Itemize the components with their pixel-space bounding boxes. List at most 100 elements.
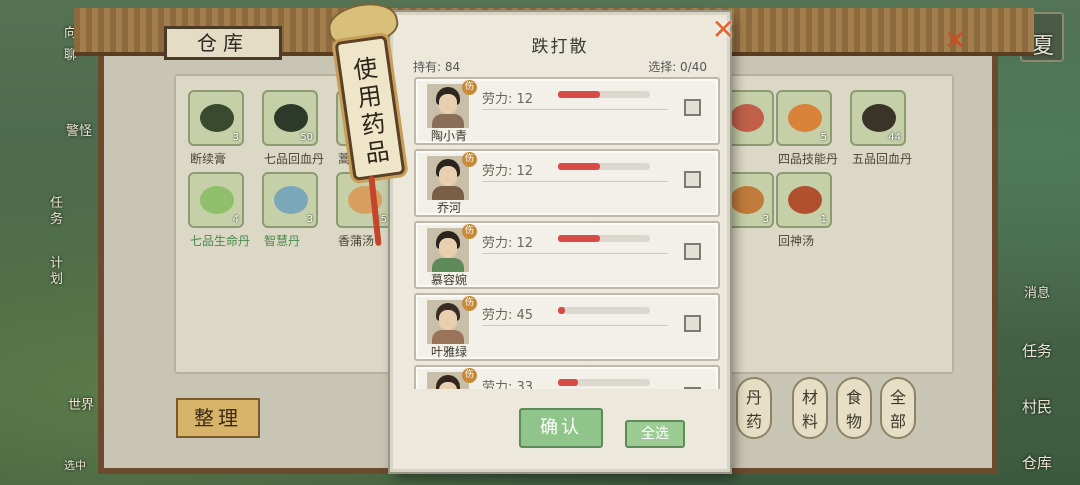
- item-name: 香蒲汤: [338, 234, 375, 248]
- warehouse-close-icon[interactable]: ✕: [944, 26, 966, 56]
- labor-bar-fill: [558, 235, 601, 242]
- hud-left-label[interactable]: 世界: [68, 394, 94, 413]
- hud-right-label[interactable]: 任务: [1022, 340, 1052, 361]
- labor-bar: [558, 379, 650, 386]
- select-checkbox[interactable]: [684, 243, 701, 260]
- villager-card[interactable]: 伤叶雅绿 劳力: 45: [414, 293, 720, 361]
- select-checkbox[interactable]: [684, 387, 701, 389]
- item-count: 3: [762, 214, 769, 225]
- hud-right-label[interactable]: 消息: [1024, 282, 1050, 301]
- avatar-face: [439, 94, 457, 114]
- item-count: 5: [820, 132, 827, 143]
- item-icon: [730, 104, 764, 132]
- injury-badge-icon: 伤: [462, 296, 477, 311]
- held-count: 持有: 84: [413, 60, 461, 74]
- category-tab-material[interactable]: 材料: [792, 377, 828, 439]
- item-icon: [274, 186, 308, 214]
- card-divider: [482, 253, 668, 254]
- labor-bar-fill: [558, 91, 601, 98]
- avatar-face: [439, 382, 457, 389]
- labor-text: 劳力: 12: [482, 164, 534, 179]
- labor-bar-fill: [558, 379, 579, 386]
- category-tab-all[interactable]: 全部: [880, 377, 916, 439]
- item-name: 断续膏: [190, 152, 227, 166]
- villager-card[interactable]: 伤劳力: 33: [414, 365, 720, 389]
- selected-count: 选择: 0/40: [648, 60, 707, 74]
- tag-label: 使用药品: [351, 53, 392, 168]
- select-checkbox[interactable]: [684, 315, 701, 332]
- item-slot[interactable]: 3: [188, 90, 244, 146]
- sort-button[interactable]: 整理: [176, 398, 260, 438]
- avatar-face: [439, 238, 457, 258]
- hud-left-label[interactable]: 计划: [50, 256, 64, 288]
- item-slot[interactable]: 50: [262, 90, 318, 146]
- item-count: 3: [232, 132, 239, 143]
- villager-name: 叶雅绿: [430, 345, 467, 359]
- villager-name: 乔河: [436, 201, 461, 215]
- hud-left-label[interactable]: 任务: [50, 196, 64, 228]
- item-name: 智慧丹: [264, 234, 301, 248]
- category-tab-food[interactable]: 食物: [836, 377, 872, 439]
- item-slot[interactable]: 3: [262, 172, 318, 228]
- item-icon: [788, 186, 822, 214]
- item-name: 七品生命丹: [190, 234, 251, 248]
- item-name: 七品回血丹: [264, 152, 325, 166]
- season-label: 夏: [1032, 34, 1055, 59]
- right-hud: 夏 消息 任务 村民 仓库: [1000, 0, 1080, 485]
- labor-text: 劳力: 12: [482, 236, 534, 251]
- villager-card[interactable]: 伤乔河 劳力: 12: [414, 149, 720, 217]
- item-slot[interactable]: 44: [850, 90, 906, 146]
- injury-badge-icon: 伤: [462, 224, 477, 239]
- item-icon: [862, 104, 896, 132]
- avatar-body: [432, 114, 464, 128]
- item-icon: [730, 186, 764, 214]
- item-name: 四品技能丹: [778, 152, 839, 166]
- card-divider: [482, 109, 668, 110]
- select-checkbox[interactable]: [684, 99, 701, 116]
- select-checkbox[interactable]: [684, 171, 701, 188]
- left-hud: 向 聊 警怪 任务 计划 世界 选中: [0, 0, 110, 485]
- injury-badge-icon: 伤: [462, 80, 477, 95]
- use-medicine-dialog: 跌打散 ✕ 持有: 84 选择: 0/40 伤陶小青 劳力: 12 伤乔河 劳力: 1…: [390, 12, 735, 472]
- labor-bar: [558, 91, 650, 98]
- avatar-body: [432, 186, 464, 200]
- labor-text: 劳力: 12: [482, 92, 534, 107]
- item-slot[interactable]: 15: [336, 172, 392, 228]
- select-all-button[interactable]: 全选: [625, 420, 685, 448]
- item-icon: [274, 104, 308, 132]
- item-icon: [200, 104, 234, 132]
- villager-name: 陶小青: [430, 129, 467, 143]
- hud-right-label[interactable]: 村民: [1022, 396, 1052, 417]
- villager-card[interactable]: 伤陶小青 劳力: 12: [414, 77, 720, 145]
- item-slot[interactable]: 4: [188, 172, 244, 228]
- injury-badge-icon: 伤: [462, 152, 477, 167]
- hud-right-label[interactable]: 仓库: [1022, 452, 1052, 473]
- dialog-title: 跌打散: [531, 37, 589, 57]
- villager-list[interactable]: 伤陶小青 劳力: 12 伤乔河 劳力: 12 伤慕容婉 劳力: 12 伤叶雅绿 劳力: 45 伤…: [414, 77, 722, 389]
- item-count: 4: [232, 214, 239, 225]
- avatar-body: [432, 330, 464, 344]
- item-count: 50: [300, 132, 313, 143]
- avatar-face: [439, 166, 457, 186]
- injury-badge-icon: 伤: [462, 368, 477, 383]
- item-count: 44: [888, 132, 901, 143]
- labor-bar: [558, 307, 650, 314]
- hud-left-label[interactable]: 选中: [64, 457, 86, 473]
- item-count: 1: [820, 214, 827, 225]
- labor-bar-fill: [558, 307, 566, 314]
- item-icon: [788, 104, 822, 132]
- villager-card[interactable]: 伤慕容婉 劳力: 12: [414, 221, 720, 289]
- avatar-face: [439, 310, 457, 330]
- labor-text: 劳力: 45: [482, 308, 534, 323]
- category-tab-medicine[interactable]: 丹药: [736, 377, 772, 439]
- labor-text: 劳力: 33: [482, 380, 534, 389]
- item-slot[interactable]: 1: [776, 172, 832, 228]
- labor-bar-fill: [558, 163, 601, 170]
- card-divider: [482, 181, 668, 182]
- confirm-button[interactable]: 确认: [519, 408, 603, 448]
- close-icon[interactable]: ✕: [712, 13, 735, 46]
- labor-bar: [558, 163, 650, 170]
- hud-left-label[interactable]: 警怪: [66, 120, 92, 139]
- item-slot[interactable]: 5: [776, 90, 832, 146]
- item-name: 五品回血丹: [852, 152, 913, 166]
